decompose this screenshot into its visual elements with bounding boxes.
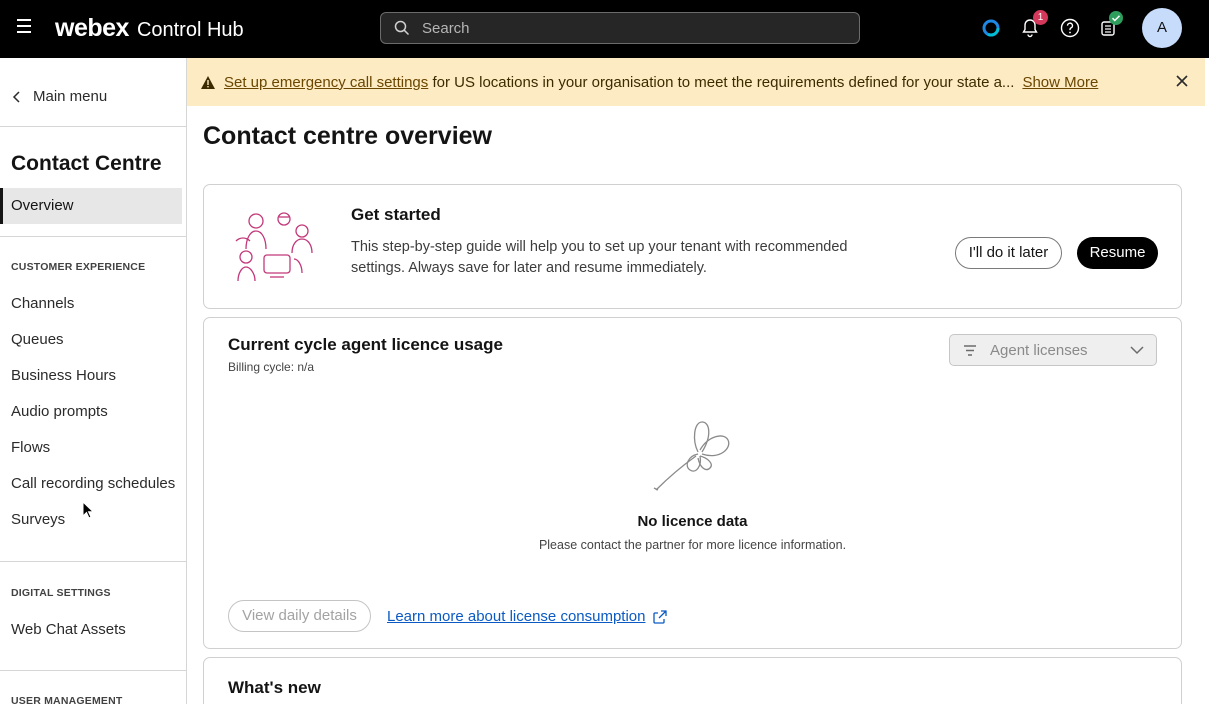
section-heading-user-management: USER MANAGEMENT bbox=[11, 695, 123, 704]
sidebar-item-surveys[interactable]: Surveys bbox=[11, 511, 65, 528]
sidebar-item-web-chat-assets[interactable]: Web Chat Assets bbox=[11, 621, 126, 638]
help-icon[interactable] bbox=[1059, 17, 1081, 39]
no-licence-title: No licence data bbox=[637, 513, 748, 530]
sidebar-item-queues[interactable]: Queues bbox=[11, 331, 64, 348]
learn-more-link[interactable]: Learn more about license consumption bbox=[387, 608, 667, 625]
brand-logo[interactable]: webex Control Hub bbox=[55, 14, 244, 43]
main-menu-label: Main menu bbox=[33, 88, 108, 105]
search-input[interactable] bbox=[422, 19, 842, 37]
learn-more-label: Learn more about license consumption bbox=[387, 608, 646, 625]
sidebar: Main menu Contact Centre Overview CUSTOM… bbox=[0, 58, 187, 704]
billing-cycle: Billing cycle: n/a bbox=[228, 360, 315, 374]
do-it-later-button[interactable]: I'll do it later bbox=[955, 237, 1062, 269]
whats-new-card: What's new bbox=[203, 657, 1182, 704]
avatar[interactable]: A bbox=[1142, 8, 1182, 48]
search-box[interactable] bbox=[380, 12, 860, 44]
no-licence-message: Please contact the partner for more lice… bbox=[538, 538, 847, 552]
whats-new-title: What's new bbox=[228, 678, 321, 697]
licence-usage-card: Current cycle agent licence usage Billin… bbox=[203, 317, 1182, 649]
show-more-link[interactable]: Show More bbox=[1022, 74, 1098, 91]
sidebar-item-overview[interactable]: Overview bbox=[0, 188, 182, 224]
divider bbox=[0, 126, 186, 127]
close-icon[interactable] bbox=[1175, 74, 1189, 88]
sidebar-title: Contact Centre bbox=[11, 152, 162, 175]
brand-main: webex bbox=[55, 14, 129, 42]
banner-message: for US locations in your organisation to… bbox=[428, 73, 1015, 91]
people-illustration-icon bbox=[235, 212, 313, 282]
get-started-title: Get started bbox=[351, 205, 441, 224]
licence-usage-title: Current cycle agent licence usage bbox=[228, 335, 503, 354]
butterfly-illustration-icon bbox=[653, 421, 730, 491]
sidebar-item-call-recording-schedules[interactable]: Call recording schedules bbox=[11, 475, 175, 492]
emergency-settings-link[interactable]: Set up emergency call settings bbox=[224, 74, 428, 91]
resume-button[interactable]: Resume bbox=[1077, 237, 1158, 269]
mouse-cursor-icon bbox=[82, 501, 94, 519]
get-started-card: Get started This step-by-step guide will… bbox=[203, 184, 1182, 309]
divider bbox=[0, 236, 186, 237]
status-ok-badge bbox=[1109, 11, 1123, 25]
notification-badge: 1 bbox=[1033, 10, 1048, 25]
sidebar-item-business-hours[interactable]: Business Hours bbox=[11, 367, 116, 384]
sidebar-item-flows[interactable]: Flows bbox=[11, 439, 50, 456]
warning-icon bbox=[201, 75, 215, 89]
chevron-down-icon bbox=[1130, 346, 1144, 355]
main-menu-back[interactable]: Main menu bbox=[11, 88, 107, 105]
filter-icon bbox=[964, 344, 976, 356]
webex-app-icon[interactable] bbox=[980, 17, 1002, 39]
sidebar-item-audio-prompts[interactable]: Audio prompts bbox=[11, 403, 108, 420]
divider bbox=[0, 561, 186, 562]
view-daily-details-button[interactable]: View daily details bbox=[228, 600, 371, 632]
divider bbox=[0, 670, 186, 671]
top-bar: webex Control Hub 1 A bbox=[0, 0, 1209, 58]
dropdown-value: Agent licenses bbox=[990, 341, 1088, 359]
search-icon bbox=[394, 20, 410, 36]
page-title: Contact centre overview bbox=[203, 122, 492, 150]
section-heading-customer-experience: CUSTOMER EXPERIENCE bbox=[11, 261, 146, 273]
sidebar-item-channels[interactable]: Channels bbox=[11, 295, 74, 312]
get-started-description: This step-by-step guide will help you to… bbox=[351, 239, 848, 276]
agent-licenses-dropdown[interactable]: Agent licenses bbox=[949, 334, 1157, 366]
hamburger-menu-icon[interactable] bbox=[17, 19, 33, 37]
check-icon bbox=[1111, 15, 1121, 22]
emergency-call-banner: Set up emergency call settings for US lo… bbox=[187, 58, 1205, 106]
section-heading-digital-settings: DIGITAL SETTINGS bbox=[11, 587, 111, 599]
chevron-left-icon bbox=[12, 90, 20, 103]
external-link-icon bbox=[652, 609, 667, 624]
brand-sub: Control Hub bbox=[136, 19, 244, 41]
